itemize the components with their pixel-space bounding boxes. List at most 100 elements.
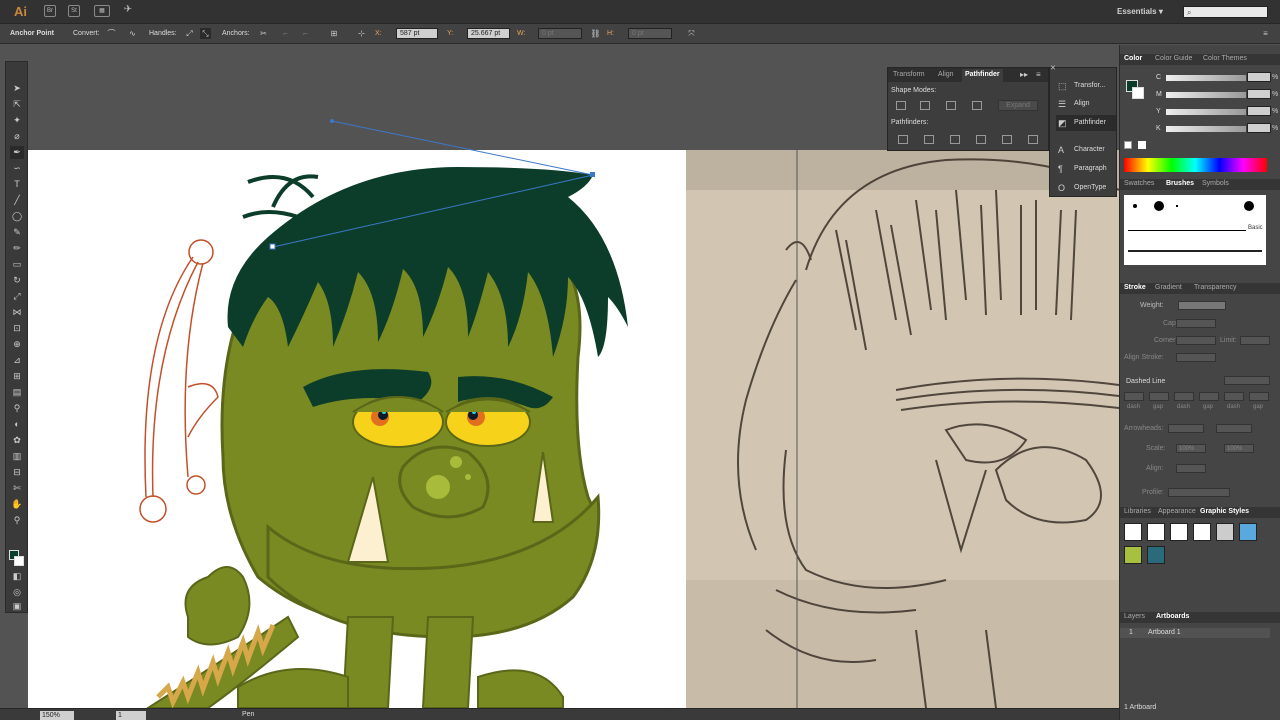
tab-layers[interactable]: Layers: [1124, 613, 1145, 620]
panel-menu-icon[interactable]: ≡: [1036, 70, 1041, 79]
collapse-icon[interactable]: ▸▸: [1020, 70, 1028, 79]
crop-icon[interactable]: [976, 135, 986, 144]
bridge-button[interactable]: Br: [44, 5, 56, 17]
selection-tool-icon[interactable]: ➤: [10, 82, 24, 95]
tab-gradient[interactable]: Gradient: [1155, 284, 1182, 291]
magenta-value-field[interactable]: [1247, 89, 1271, 99]
shape-builder-tool-icon[interactable]: ⊕: [10, 338, 24, 351]
isolate-points-icon[interactable]: ⊞: [326, 28, 342, 39]
close-icon[interactable]: ✕: [1050, 64, 1056, 72]
black-slider[interactable]: [1166, 126, 1246, 132]
brush-dot-large[interactable]: [1154, 201, 1164, 211]
tab-appearance[interactable]: Appearance: [1158, 508, 1196, 515]
width-tool-icon[interactable]: ⋈: [10, 306, 24, 319]
column-graph-tool-icon[interactable]: ▥: [10, 450, 24, 463]
panel-button-character[interactable]: A Character: [1056, 142, 1116, 158]
merge-icon[interactable]: [950, 135, 960, 144]
minus-back-icon[interactable]: [1028, 135, 1038, 144]
stock-button[interactable]: St: [68, 5, 80, 17]
y-position-field[interactable]: 25.667 pt: [467, 28, 510, 39]
panel-button-align[interactable]: ☰ Align: [1056, 96, 1116, 112]
line-tool-icon[interactable]: ╱: [10, 194, 24, 207]
outline-icon[interactable]: [1002, 135, 1012, 144]
reference-point-icon[interactable]: ⊹: [356, 28, 367, 39]
tab-color[interactable]: Color: [1124, 55, 1142, 62]
brush-basic-stroke[interactable]: [1128, 230, 1246, 231]
tab-color-guide[interactable]: Color Guide: [1155, 55, 1192, 62]
brush-library[interactable]: Basic: [1124, 195, 1266, 265]
tab-libraries[interactable]: Libraries: [1124, 508, 1151, 515]
free-transform-tool-icon[interactable]: ⊡: [10, 322, 24, 335]
trim-icon[interactable]: [924, 135, 934, 144]
none-swatch[interactable]: [1124, 141, 1132, 149]
magenta-slider[interactable]: [1166, 92, 1246, 98]
mesh-tool-icon[interactable]: ⊞: [10, 370, 24, 383]
color-mode-icon[interactable]: ◧: [10, 570, 24, 583]
x-position-field[interactable]: 587 pt: [396, 28, 438, 39]
help-search-input[interactable]: ⌕: [1183, 6, 1268, 18]
lasso-tool-icon[interactable]: ⌀: [10, 130, 24, 143]
vector-artwork[interactable]: [28, 57, 1119, 708]
tab-artboards[interactable]: Artboards: [1156, 613, 1189, 620]
convert-to-smooth-icon[interactable]: ∿: [127, 28, 138, 39]
transform-options-icon[interactable]: ⤧: [686, 28, 697, 39]
white-swatch[interactable]: [1138, 141, 1146, 149]
cyan-value-field[interactable]: [1247, 72, 1271, 82]
black-value-field[interactable]: [1247, 123, 1271, 133]
scale-tool-icon[interactable]: ⤢: [10, 290, 24, 303]
hide-handles-icon[interactable]: ⤡: [200, 28, 211, 39]
brush-dot-large-2[interactable]: [1244, 201, 1254, 211]
exclude-icon[interactable]: [972, 101, 982, 110]
arrange-documents-button[interactable]: ▦: [94, 5, 110, 17]
panel-button-paragraph[interactable]: ¶ Paragraph: [1056, 161, 1116, 177]
graphic-style-blue[interactable]: [1239, 523, 1257, 541]
gradient-tool-icon[interactable]: ▤: [10, 386, 24, 399]
tab-swatches[interactable]: Swatches: [1124, 180, 1154, 187]
cyan-slider[interactable]: [1166, 75, 1246, 81]
control-bar-menu-icon[interactable]: ≡: [1260, 28, 1271, 39]
direct-selection-tool-icon[interactable]: ⇱: [10, 98, 24, 111]
eraser-tool-icon[interactable]: ▭: [10, 258, 24, 271]
tab-symbols[interactable]: Symbols: [1202, 180, 1229, 187]
brush-charcoal-stroke[interactable]: [1128, 250, 1262, 252]
zoom-tool-icon[interactable]: ⚲: [10, 514, 24, 527]
panel-button-pathfinder[interactable]: ◩ Pathfinder: [1056, 115, 1116, 131]
show-handles-icon[interactable]: ⤢: [184, 28, 195, 39]
artboard-tool-icon[interactable]: ⊟: [10, 466, 24, 479]
minus-front-icon[interactable]: [920, 101, 930, 110]
magic-wand-tool-icon[interactable]: ✦: [10, 114, 24, 127]
pencil-tool-icon[interactable]: ✏: [10, 242, 24, 255]
artboard-row[interactable]: 1 Artboard 1: [1120, 628, 1270, 638]
pen-tool-icon[interactable]: ✒: [10, 146, 24, 159]
graphic-style-green[interactable]: [1124, 546, 1142, 564]
brush-dot-small[interactable]: [1133, 204, 1137, 208]
type-tool-icon[interactable]: T: [10, 178, 24, 191]
constrain-proportions-icon[interactable]: ⛓: [590, 28, 601, 39]
screen-mode-icon[interactable]: ▣: [10, 600, 24, 613]
draw-mode-icon[interactable]: ◎: [10, 586, 24, 599]
curvature-tool-icon[interactable]: ∽: [10, 162, 24, 175]
rotate-tool-icon[interactable]: ↻: [10, 274, 24, 287]
graphic-style-shadow[interactable]: [1216, 523, 1234, 541]
tab-transparency[interactable]: Transparency: [1194, 284, 1237, 291]
tab-pathfinder[interactable]: Pathfinder: [962, 69, 1003, 82]
tab-align[interactable]: Align: [938, 71, 954, 78]
intersect-icon[interactable]: [946, 101, 956, 110]
gpu-performance-icon[interactable]: ✈: [122, 5, 134, 17]
eyedropper-tool-icon[interactable]: ⚲: [10, 402, 24, 415]
color-stroke-swatch[interactable]: [1132, 87, 1144, 99]
convert-to-corner-icon[interactable]: ⌒: [106, 28, 117, 39]
hand-tool-icon[interactable]: ✋: [10, 498, 24, 511]
divide-icon[interactable]: [898, 135, 908, 144]
graphic-style-teal[interactable]: [1147, 546, 1165, 564]
tab-stroke[interactable]: Stroke: [1124, 284, 1146, 291]
graphic-style-white[interactable]: [1170, 523, 1188, 541]
graphic-style-default[interactable]: [1124, 523, 1142, 541]
perspective-grid-tool-icon[interactable]: ⊿: [10, 354, 24, 367]
workspace-switcher[interactable]: Essentials ▾: [1117, 7, 1163, 16]
yellow-slider[interactable]: [1166, 109, 1246, 115]
blend-tool-icon[interactable]: ◐: [10, 418, 24, 431]
slice-tool-icon[interactable]: ✄: [10, 482, 24, 495]
graphic-style-red-stroke[interactable]: [1193, 523, 1211, 541]
tab-transform[interactable]: Transform: [893, 71, 925, 78]
